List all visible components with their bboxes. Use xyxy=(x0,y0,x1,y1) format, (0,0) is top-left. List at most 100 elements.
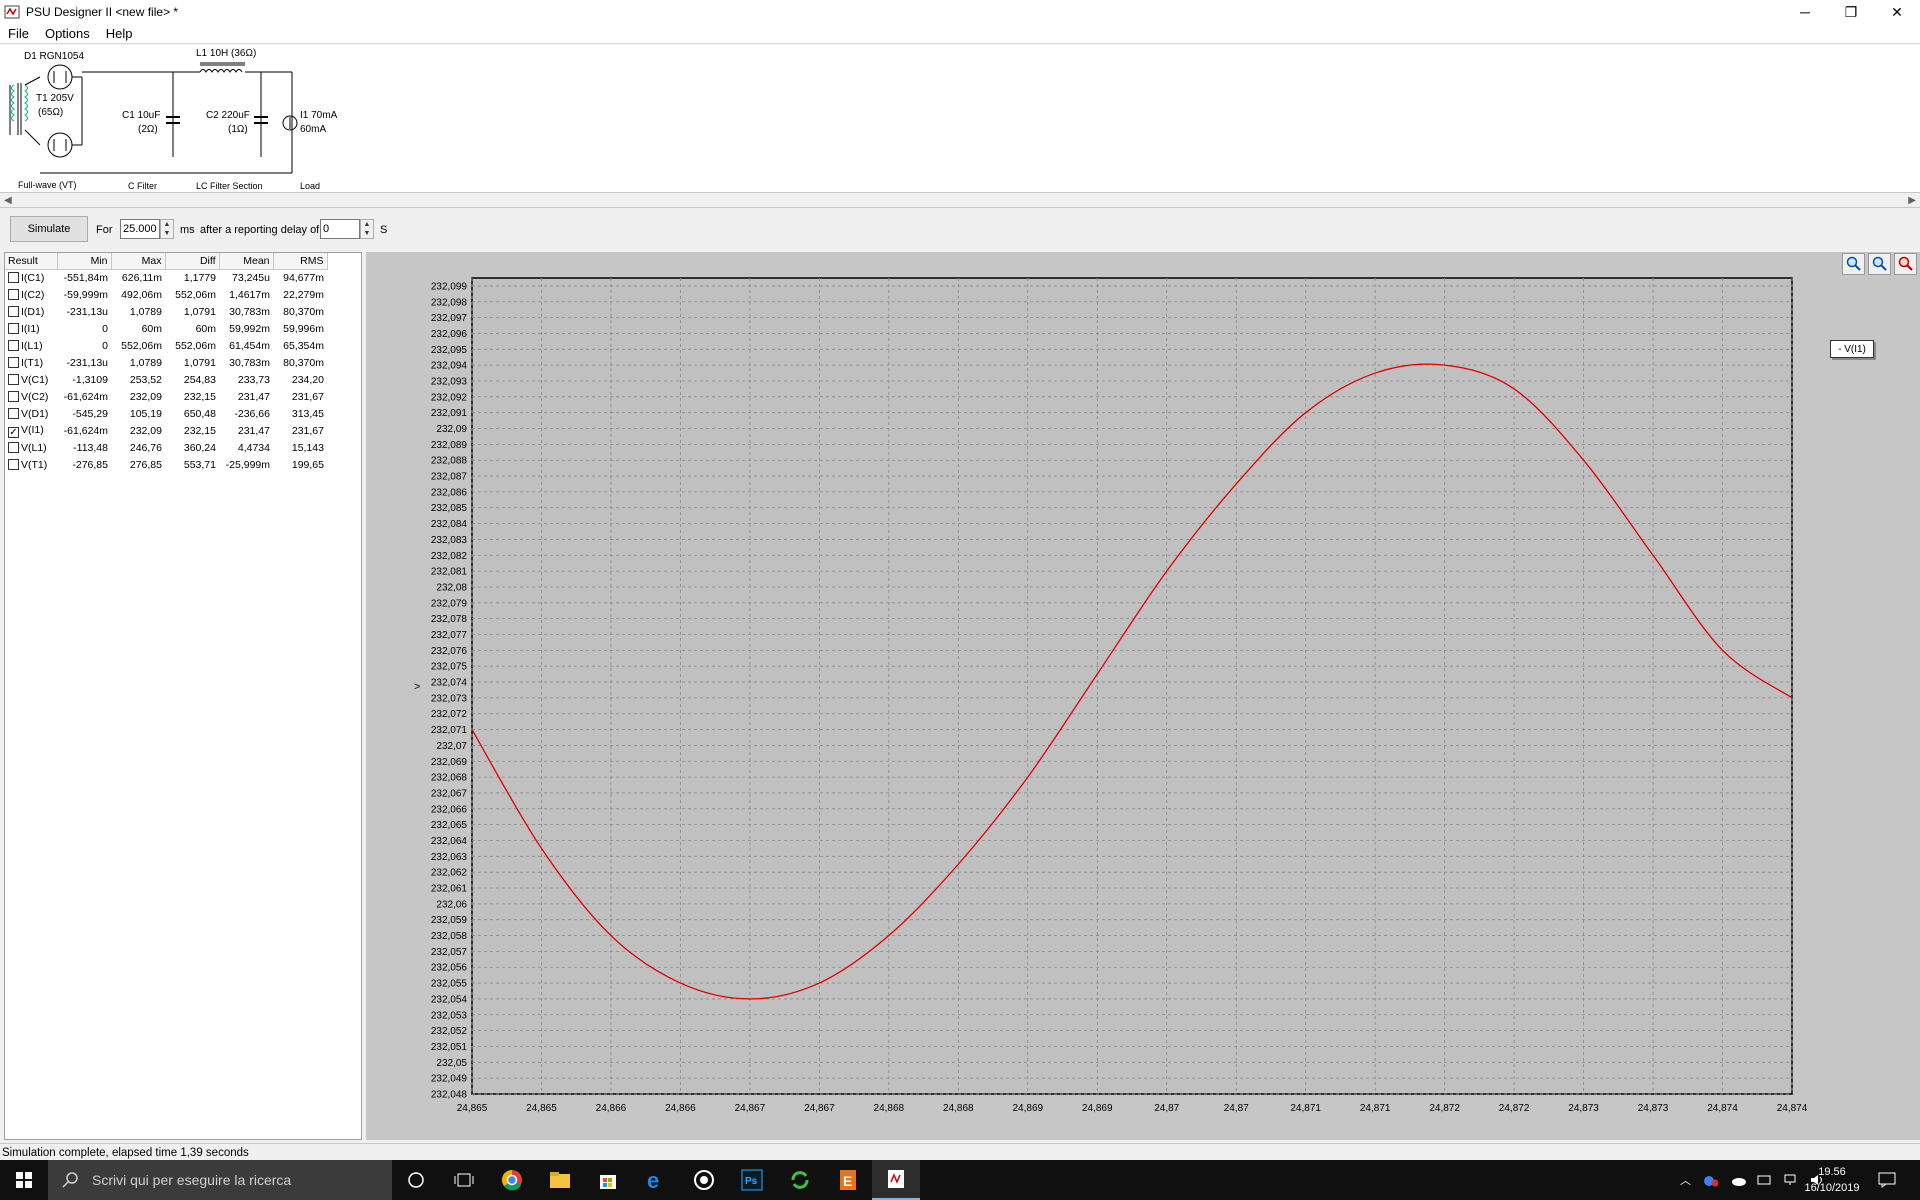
chrome-button[interactable] xyxy=(488,1160,536,1200)
start-button[interactable] xyxy=(0,1160,48,1200)
table-row[interactable]: ✓ V(I1) -61,624m 232,09 232,15 231,47 231,67 xyxy=(5,422,327,439)
cortana-button[interactable] xyxy=(392,1160,440,1200)
network-alert-icon[interactable] xyxy=(1703,1173,1719,1187)
duration-input[interactable]: 25.000 xyxy=(120,219,160,239)
col-min[interactable]: Min xyxy=(57,253,112,270)
table-row[interactable]: I(L1) 0 552,06m 552,06m 61,454m 65,354m xyxy=(5,337,327,354)
result-name-cell[interactable]: I(D1) xyxy=(5,303,57,320)
file-explorer-button[interactable] xyxy=(536,1160,584,1200)
edge-button[interactable]: e xyxy=(632,1160,680,1200)
menu-help[interactable]: Help xyxy=(98,26,141,41)
result-checkbox[interactable] xyxy=(8,339,19,351)
schematic-scrollbar[interactable]: ◀ ▶ xyxy=(0,192,1920,208)
taskbar-search[interactable]: Scrivi qui per eseguire la ricerca xyxy=(48,1160,392,1200)
table-row[interactable]: V(L1) -113,48 246,76 360,24 4,4734 15,143 xyxy=(5,439,327,456)
result-name-cell[interactable]: I(T1) xyxy=(5,354,57,371)
scroll-right-icon[interactable]: ▶ xyxy=(1908,195,1916,206)
table-row[interactable]: V(T1) -276,85 276,85 553,71 -25,999m 199,65 xyxy=(5,456,327,473)
circuit-schematic[interactable]: D1 RGN1054 L1 10H (36Ω) T1 205V (65Ω) C1… xyxy=(0,45,1920,192)
result-checkbox[interactable] xyxy=(8,288,19,300)
notifications-icon xyxy=(1878,1172,1896,1188)
result-min-cell: -61,624m xyxy=(63,390,108,403)
result-checkbox[interactable] xyxy=(8,322,19,334)
task-view-button[interactable] xyxy=(440,1160,488,1200)
sync-app-button[interactable] xyxy=(776,1160,824,1200)
result-checkbox[interactable] xyxy=(8,441,19,453)
result-checkbox[interactable] xyxy=(8,458,19,470)
up-arrow-icon[interactable]: ▲ xyxy=(161,220,173,229)
battery-icon[interactable] xyxy=(1757,1173,1773,1187)
minimize-button[interactable]: ─ xyxy=(1782,0,1828,24)
e-app-button[interactable]: E xyxy=(824,1160,872,1200)
result-name-cell[interactable]: V(C1) xyxy=(5,371,57,388)
table-row[interactable]: I(I1) 0 60m 60m 59,992m 59,996m xyxy=(5,320,327,337)
delay-input[interactable]: 0 xyxy=(320,219,360,239)
result-checkbox[interactable] xyxy=(8,390,19,402)
result-name: V(C1) xyxy=(21,373,49,386)
result-checkbox[interactable] xyxy=(8,305,19,317)
result-name-cell[interactable]: ✓ V(I1) xyxy=(5,422,57,439)
result-checkbox[interactable] xyxy=(8,271,19,283)
result-checkbox[interactable] xyxy=(8,356,19,368)
result-name-cell[interactable]: I(C2) xyxy=(5,286,57,303)
scroll-left-icon[interactable]: ◀ xyxy=(4,195,12,206)
result-name-cell[interactable]: I(L1) xyxy=(5,337,57,354)
chevron-up-icon[interactable]: ︿ xyxy=(1680,1172,1691,1188)
result-name-cell[interactable]: I(I1) xyxy=(5,320,57,337)
table-row[interactable]: I(D1) -231,13u 1,0789 1,0791 30,783m 80,370m xyxy=(5,303,327,320)
table-row[interactable]: I(C2) -59,999m 492,06m 552,06m 1,4617m 22,279… xyxy=(5,286,327,303)
result-checkbox[interactable] xyxy=(8,407,19,419)
search-placeholder: Scrivi qui per eseguire la ricerca xyxy=(92,1172,292,1188)
down-arrow-icon[interactable]: ▼ xyxy=(161,229,173,238)
table-row[interactable]: V(D1) -545,29 105,19 650,48 -236,66 313,45 xyxy=(5,405,327,422)
zoom-reset-button[interactable] xyxy=(1894,253,1917,275)
simulate-button[interactable]: Simulate xyxy=(10,216,88,242)
result-checkbox[interactable]: ✓ xyxy=(8,426,19,438)
table-row[interactable]: I(C1) -551,84m 626,11m 1,1779 73,245u 94,677m xyxy=(5,269,327,286)
chart-area[interactable]: 232,099 232,098 232,097 232,096 232,095 232,0… xyxy=(366,252,1920,1140)
result-name-cell[interactable]: V(D1) xyxy=(5,405,57,422)
photoshop-button[interactable]: Ps xyxy=(728,1160,776,1200)
y-tick-label: 232,05 xyxy=(436,1058,467,1069)
close-button[interactable]: ✕ xyxy=(1874,0,1920,24)
result-checkbox[interactable] xyxy=(8,373,19,385)
result-name-cell[interactable]: I(C1) xyxy=(5,269,57,286)
delay-stepper[interactable]: ▲ ▼ xyxy=(360,219,374,239)
table-row[interactable]: I(T1) -231,13u 1,0789 1,0791 30,783m 80,370m xyxy=(5,354,327,371)
clock-time: 19.56 xyxy=(1818,1166,1846,1178)
table-row[interactable]: V(C1) -1,3109 253,52 254,83 233,73 234,20 xyxy=(5,371,327,388)
up-arrow-icon[interactable]: ▲ xyxy=(361,220,373,229)
voltage-chart[interactable]: 232,099 232,098 232,097 232,096 232,095 232,0… xyxy=(366,252,1920,1140)
col-diff[interactable]: Diff xyxy=(165,253,220,270)
col-result[interactable]: Result xyxy=(5,253,58,270)
duration-stepper[interactable]: ▲ ▼ xyxy=(160,219,174,239)
y-tick-label: 232,075 xyxy=(431,662,468,673)
table-row[interactable]: V(C2) -61,624m 232,09 232,15 231,47 231,67 xyxy=(5,388,327,405)
menu-options[interactable]: Options xyxy=(37,26,98,41)
notifications-button[interactable] xyxy=(1878,1160,1896,1200)
store-button[interactable] xyxy=(584,1160,632,1200)
x-tick-label: 24,867 xyxy=(804,1103,835,1114)
whatsapp-button[interactable] xyxy=(680,1160,728,1200)
restore-button[interactable]: ❐ xyxy=(1828,0,1874,24)
psu-designer-button[interactable] xyxy=(872,1160,920,1200)
result-name-cell[interactable]: V(L1) xyxy=(5,439,57,456)
result-mean-cell: 30,783m xyxy=(229,356,270,369)
zoom-in-button[interactable] xyxy=(1842,253,1865,275)
result-rms-cell: 231,67 xyxy=(291,390,324,403)
col-mean[interactable]: Mean xyxy=(219,253,274,270)
y-tick-label: 232,085 xyxy=(431,503,468,514)
zoom-out-button[interactable] xyxy=(1868,253,1891,275)
onedrive-icon[interactable] xyxy=(1729,1174,1747,1186)
col-rms[interactable]: RMS xyxy=(273,253,328,270)
col-max[interactable]: Max xyxy=(111,253,166,270)
result-name-cell[interactable]: V(C2) xyxy=(5,388,57,405)
y-tick-label: 232,065 xyxy=(431,820,468,831)
taskbar-clock[interactable]: 19.56 16/10/2019 xyxy=(1796,1164,1868,1196)
result-name-cell[interactable]: V(T1) xyxy=(5,456,57,473)
menu-file[interactable]: File xyxy=(0,26,37,41)
result-name: V(T1) xyxy=(21,458,48,471)
down-arrow-icon[interactable]: ▼ xyxy=(361,229,373,238)
y-tick-label: 232,054 xyxy=(431,994,468,1005)
result-min-cell: -545,29 xyxy=(72,407,108,420)
